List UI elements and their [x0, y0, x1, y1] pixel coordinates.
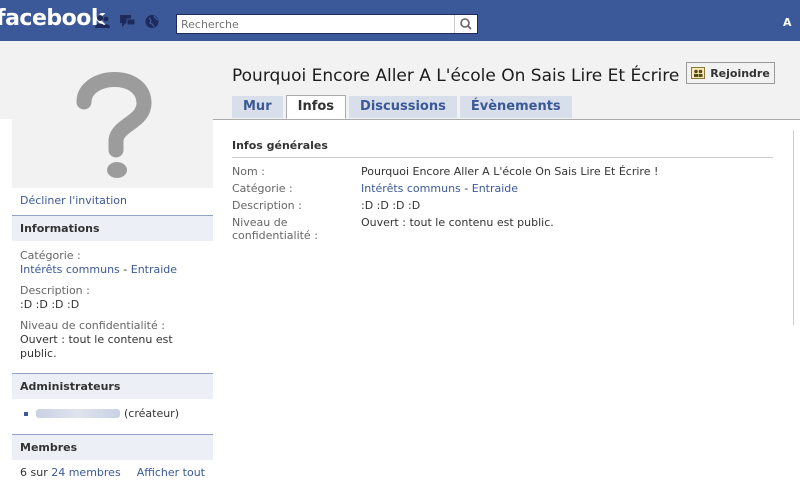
decline-invitation-link[interactable]: Décliner l'invitation [20, 194, 213, 207]
show-all-members-link[interactable]: Afficher tout [137, 466, 205, 479]
question-mark-placeholder-icon [76, 72, 152, 178]
admin-list-item: (créateur) [12, 399, 213, 428]
friends-icon[interactable] [94, 14, 111, 29]
members-count-link[interactable]: 24 membres [51, 466, 120, 479]
info-category-separator: - [460, 182, 472, 195]
info-category-link-entraide[interactable]: Entraide [472, 182, 518, 195]
name-label: Nom : [232, 165, 265, 178]
messages-icon[interactable] [119, 14, 136, 29]
category-link-interets[interactable]: Intérêts communs [20, 263, 120, 276]
join-label: Rejoindre [710, 66, 770, 80]
description-label: Description : [20, 284, 90, 297]
left-column: Décliner l'invitation Informations Catég… [12, 62, 213, 479]
members-count-prefix: 6 sur [20, 466, 52, 479]
admins-header: Administrateurs [12, 373, 213, 399]
tab-events[interactable]: Évènements [459, 96, 572, 118]
admin-role: (créateur) [124, 407, 179, 420]
join-group-button[interactable]: Rejoindre [686, 62, 775, 84]
jewel-icons [94, 14, 161, 29]
description-value: :D :D :D :D [20, 298, 80, 311]
tab-bar: Mur Infos Discussions Évènements [232, 95, 572, 119]
category-separator: - [119, 263, 131, 276]
bullet-icon [24, 411, 28, 416]
category-link-entraide[interactable]: Entraide [131, 263, 177, 276]
description-value: :D :D :D :D [361, 199, 421, 212]
category-label: Catégorie : [232, 182, 293, 195]
tab-wall[interactable]: Mur [232, 96, 283, 118]
privacy-label: Niveau de confidentialité : [232, 216, 318, 242]
informations-header: Informations [12, 215, 213, 241]
facebook-logo[interactable]: facebook [0, 6, 106, 31]
description-label: Description : [232, 199, 302, 212]
category-label: Catégorie : [20, 249, 81, 262]
top-navigation-bar: facebook A [0, 0, 800, 41]
group-icon [691, 67, 706, 79]
name-value: Pourquoi Encore Aller A L'école On Sais … [361, 165, 659, 178]
info-row-category: Catégorie : Intérêts communs - Entraide [232, 182, 773, 195]
privacy-label: Niveau de confidentialité : [20, 319, 165, 332]
info-row-description: Description : :D :D :D :D [232, 199, 773, 212]
general-info-header: Infos générales [232, 139, 773, 158]
members-header: Membres [12, 434, 213, 460]
privacy-value: Ouvert : tout le contenu est public. [20, 333, 173, 360]
tab-info[interactable]: Infos [285, 95, 347, 119]
notifications-globe-icon[interactable] [144, 14, 161, 29]
group-picture[interactable] [12, 62, 213, 188]
admin-name-link-blurred[interactable] [36, 409, 120, 418]
members-summary: 6 sur 24 membres Afficher tout [12, 460, 213, 479]
privacy-value: Ouvert : tout le contenu est public. [361, 216, 554, 229]
search-input[interactable] [177, 15, 451, 33]
page-title: Pourquoi Encore Aller A L'école On Sais … [232, 66, 692, 86]
search-icon [460, 18, 472, 30]
info-row-privacy: Niveau de confidentialité : Ouvert : tou… [232, 216, 773, 242]
tab-discussions[interactable]: Discussions [349, 96, 457, 118]
info-category-link-interets[interactable]: Intérêts communs [361, 182, 461, 195]
general-info-table: Nom : Pourquoi Encore Aller A L'école On… [232, 165, 773, 246]
informations-body: Catégorie : Intérêts communs - Entraide … [12, 241, 213, 367]
right-edge-divider [793, 130, 794, 325]
account-menu[interactable]: A [783, 16, 792, 29]
tab-divider [213, 119, 800, 120]
search-box [176, 14, 478, 34]
search-button[interactable] [454, 15, 477, 33]
info-row-name: Nom : Pourquoi Encore Aller A L'école On… [232, 165, 773, 178]
